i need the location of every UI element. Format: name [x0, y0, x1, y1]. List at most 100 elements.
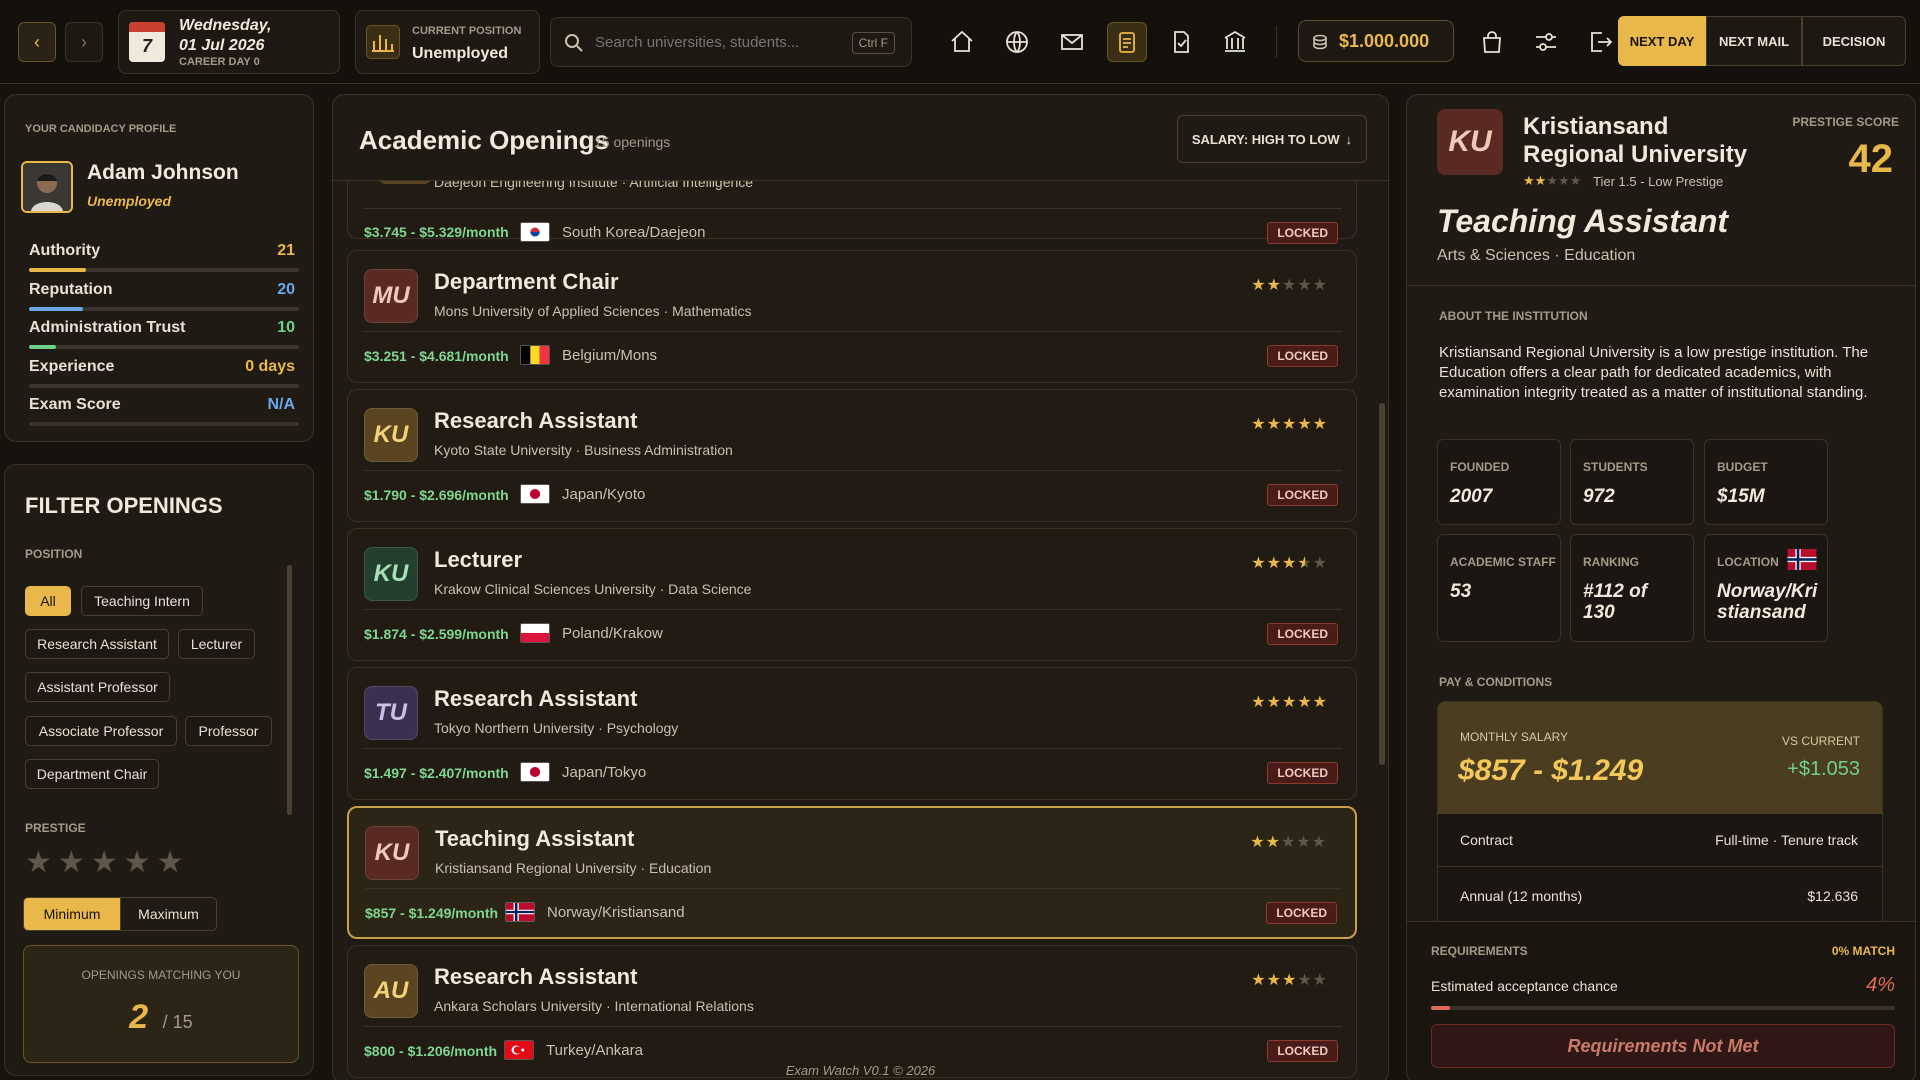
search-input[interactable] — [595, 30, 835, 54]
mail-icon — [1061, 34, 1083, 50]
maximum-toggle[interactable]: Maximum — [120, 898, 216, 930]
home-icon — [951, 30, 973, 52]
location-label: LOCATION — [1717, 555, 1779, 569]
position-chip[interactable]: All — [25, 586, 71, 616]
home-button[interactable] — [942, 22, 982, 62]
position-chip[interactable]: Professor — [185, 716, 272, 746]
exams-button[interactable] — [1161, 22, 1201, 62]
location-value: Norway/Kristiansand — [1717, 581, 1818, 623]
contract-value: Full-time · Tenure track — [1715, 832, 1858, 848]
shopping-bag-icon — [1483, 31, 1501, 53]
opening-card[interactable]: Daejeon Engineering Institute · Artifici… — [347, 181, 1357, 244]
weekday: Wednesday, — [179, 17, 272, 34]
jp-flag-icon — [520, 484, 550, 504]
locked-badge: LOCKED — [1267, 1040, 1338, 1062]
opening-card[interactable]: AU Research Assistant Ankara Scholars Univ… — [347, 945, 1357, 1078]
forward-button[interactable]: › — [65, 22, 103, 62]
date-widget[interactable]: 7 Wednesday, 01 Jul 2026 CAREER DAY 0 — [118, 10, 340, 74]
next-mail-button[interactable]: NEXT MAIL — [1706, 16, 1802, 66]
position-chip[interactable]: Department Chair — [25, 759, 159, 789]
stat-label: Reputation — [29, 280, 113, 298]
university-logo: KU — [364, 408, 418, 462]
opening-card[interactable]: KU Lecturer Krakow Clinical Sciences Unive… — [347, 528, 1357, 661]
openings-scrollbar[interactable] — [1379, 403, 1385, 765]
openings-list: Daejeon Engineering Institute · Artifici… — [333, 181, 1388, 1080]
university-button[interactable] — [1215, 22, 1255, 62]
opening-salary: $800 - $1.206/month — [364, 1043, 498, 1059]
minimum-toggle[interactable]: Minimum — [24, 898, 120, 930]
tr-flag-icon — [504, 1040, 534, 1060]
position-chip[interactable]: Lecturer — [178, 629, 255, 659]
students-value: 972 — [1583, 486, 1615, 507]
no-flag-icon — [505, 902, 535, 922]
search-bar[interactable]: Ctrl F — [550, 17, 912, 67]
norway-flag-icon — [1787, 549, 1817, 570]
budget-value: $15M — [1717, 486, 1765, 507]
opening-location: Belgium/Mons — [562, 347, 658, 364]
prestige-stars: ★★★★★ — [1250, 834, 1327, 851]
next-day-button[interactable]: NEXT DAY — [1618, 16, 1706, 66]
chevron-left-icon: ‹ — [34, 31, 40, 52]
be-flag-icon — [520, 345, 550, 365]
position-filter-label: POSITION — [25, 547, 83, 561]
matching-count: 2 — [129, 998, 149, 1036]
current-position-widget[interactable]: CURRENT POSITION Unemployed — [355, 10, 540, 74]
globe-button[interactable] — [997, 22, 1037, 62]
decision-button[interactable]: DECISION — [1802, 16, 1906, 66]
opening-card[interactable]: MU Department Chair Mons University of App… — [347, 250, 1357, 383]
monthly-salary-box: MONTHLY SALARY $857 - $1.249 VS CURRENT … — [1438, 702, 1882, 814]
career-day: CAREER DAY 0 — [179, 56, 260, 68]
prestige-filter-label: PRESTIGE — [25, 821, 86, 835]
opening-title: Department Chair — [434, 269, 619, 294]
back-button[interactable]: ‹ — [18, 22, 56, 62]
current-date: 01 Jul 2026 — [179, 37, 265, 54]
opening-card[interactable]: KU Teaching Assistant Kristiansand Regiona… — [347, 806, 1357, 939]
settings-button[interactable] — [1526, 22, 1566, 62]
ranking-label: RANKING — [1583, 555, 1639, 569]
position-label: CURRENT POSITION — [412, 25, 522, 37]
stat-label: Administration Trust — [29, 319, 186, 336]
opening-subtitle: Ankara Scholars University · Internation… — [434, 998, 754, 1014]
opening-card[interactable]: KU Research Assistant Kyoto State Universi… — [347, 389, 1357, 522]
stat-value: N/A — [267, 396, 295, 413]
prestige-score-label: PRESTIGE SCORE — [1792, 115, 1899, 129]
position-chip[interactable]: Associate Professor — [25, 716, 177, 746]
openings-button[interactable] — [1107, 22, 1147, 62]
opening-salary: $1.874 - $2.599/month — [364, 626, 509, 642]
opening-location: Norway/Kristiansand — [547, 904, 685, 921]
opening-location: South Korea/Daejeon — [562, 224, 706, 241]
position-chip[interactable]: Assistant Professor — [25, 672, 170, 702]
shop-button[interactable] — [1472, 22, 1512, 62]
avatar[interactable] — [21, 161, 73, 213]
opening-title: Research Assistant — [434, 964, 638, 989]
mail-button[interactable] — [1052, 22, 1092, 62]
prestige-star-rating[interactable]: ★★★★★ — [25, 845, 189, 880]
sort-dropdown[interactable]: SALARY: HIGH TO LOW ↓ — [1177, 115, 1367, 163]
opening-salary: $1.497 - $2.407/month — [364, 765, 509, 781]
stat-value: 21 — [277, 242, 295, 259]
requirements-not-met-button[interactable]: Requirements Not Met — [1431, 1024, 1895, 1068]
pay-label: PAY & CONDITIONS — [1439, 675, 1553, 689]
position-chip[interactable]: Research Assistant — [25, 629, 169, 659]
sort-label: SALARY: HIGH TO LOW — [1191, 131, 1340, 147]
ranking-box: RANKING #112 of 130 — [1570, 534, 1694, 642]
detail-tier: Tier 1.5 - Low Prestige — [1593, 174, 1724, 189]
stat-label: Experience — [29, 357, 115, 375]
pay-card: MONTHLY SALARY $857 - $1.249 VS CURRENT … — [1437, 701, 1883, 941]
stat-value: 0 days — [245, 357, 295, 375]
staff-box: ACADEMIC STAFF 53 — [1437, 534, 1561, 642]
openings-panel: Academic Openings 15 openings SALARY: HI… — [332, 94, 1389, 1080]
position-chip[interactable]: Teaching Intern — [81, 586, 203, 616]
logout-button[interactable] — [1580, 22, 1620, 62]
arrow-down-icon: ↓ — [1345, 131, 1353, 147]
opening-subtitle: Krakow Clinical Sciences University · Da… — [434, 581, 752, 597]
stat-bar — [29, 268, 299, 272]
prestige-stars: ★★★★★ — [1251, 416, 1328, 433]
filter-scrollbar[interactable] — [287, 565, 292, 815]
acceptance-chance-label: Estimated acceptance chance — [1431, 978, 1618, 994]
opening-location: Turkey/Ankara — [546, 1042, 643, 1059]
stat-value: 10 — [277, 319, 295, 336]
opening-location: Poland/Krakow — [562, 625, 663, 642]
coins-icon — [1313, 34, 1327, 50]
opening-card[interactable]: TU Research Assistant Tokyo Northern Unive… — [347, 667, 1357, 800]
